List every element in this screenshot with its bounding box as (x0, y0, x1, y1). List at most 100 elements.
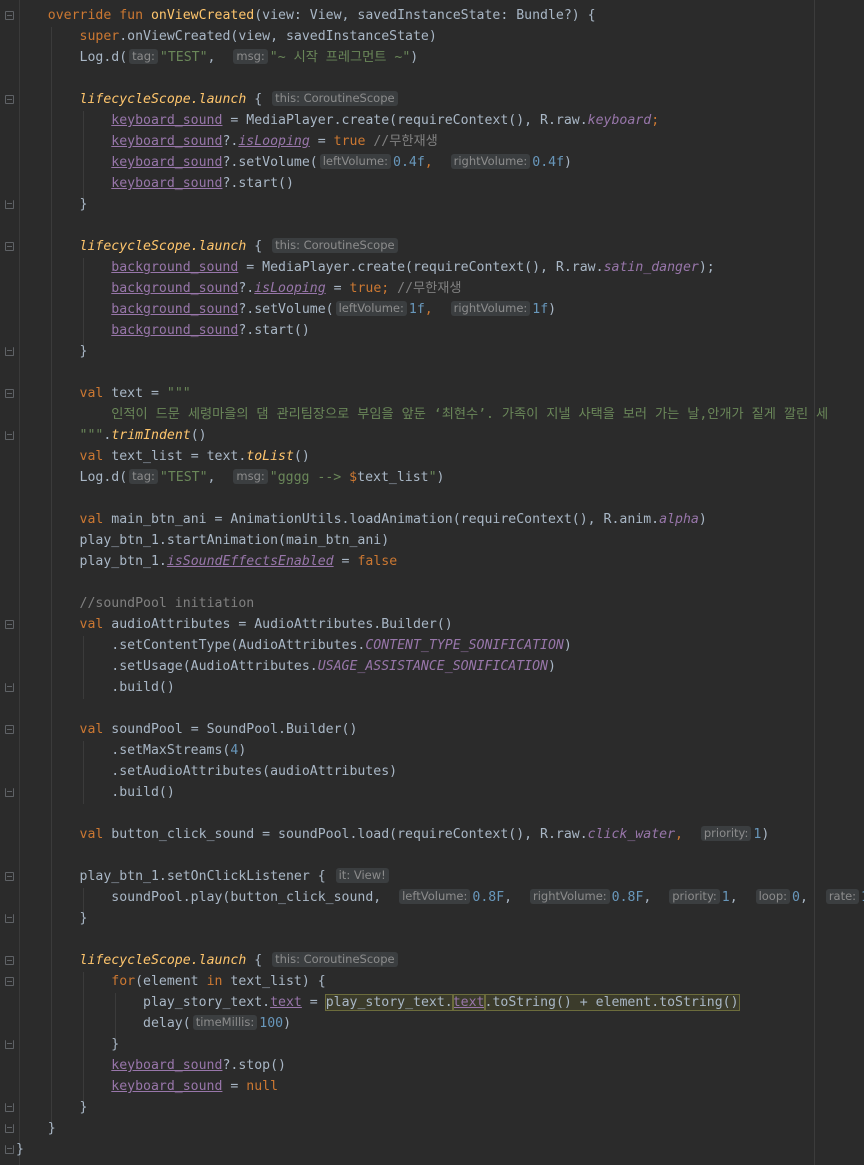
code-token: ) (548, 302, 557, 317)
code-token: text (270, 995, 302, 1010)
code-line[interactable]: val button_click_sound = soundPool.load(… (16, 824, 769, 845)
fold-marker-icon[interactable] (5, 242, 14, 251)
code-line[interactable]: .build() (16, 677, 175, 698)
code-token: val (79, 449, 112, 464)
code-line[interactable]: .setContentType(AudioAttributes.CONTENT_… (16, 635, 572, 656)
fold-marker-icon[interactable] (5, 914, 14, 923)
code-line[interactable]: val soundPool = SoundPool.Builder() (16, 719, 358, 740)
code-line[interactable]: .build() (16, 782, 175, 803)
code-line[interactable]: } (16, 1139, 24, 1160)
fold-marker-icon[interactable] (5, 1103, 14, 1112)
code-token: 100 (259, 1016, 284, 1031)
code-line[interactable]: //soundPool initiation (16, 593, 255, 614)
code-line[interactable]: 인적이 드문 세령마을의 댐 관리팀장으로 부임을 앞둔 ‘최현수’. 가족이 … (16, 404, 828, 425)
code-line[interactable]: background_sound?.start() (16, 320, 310, 341)
code-line[interactable]: background_sound = MediaPlayer.create(re… (16, 257, 714, 278)
fold-marker-icon[interactable] (5, 956, 14, 965)
code-line[interactable]: super.onViewCreated(view, savedInstanceS… (16, 26, 437, 47)
code-line[interactable]: lifecycleScope.launch { this: CoroutineS… (16, 236, 400, 257)
code-line[interactable]: val main_btn_ani = AnimationUtils.loadAn… (16, 509, 707, 530)
code-line[interactable]: Log.d(tag: "TEST", msg: "gggg --> $text_li… (16, 467, 445, 488)
code-line[interactable]: keyboard_sound?.isLooping = true //무한재생 (16, 131, 437, 152)
code-token: 1 (721, 890, 730, 905)
fold-marker-icon[interactable] (5, 1145, 14, 1154)
fold-marker-icon[interactable] (5, 200, 14, 209)
fold-marker-icon[interactable] (5, 11, 14, 20)
code-token: soundPool = SoundPool.Builder() (111, 722, 358, 737)
code-token: 0.4f (532, 155, 565, 170)
code-token: isLooping (254, 281, 326, 296)
code-line[interactable]: play_story_text.text = play_story_text.t… (16, 992, 740, 1013)
fold-marker-icon[interactable] (5, 872, 14, 881)
fold-marker-icon[interactable] (5, 620, 14, 629)
code-line[interactable]: background_sound?.setVolume(leftVolume: 1… (16, 299, 556, 320)
code-token: () (190, 428, 207, 443)
code-line[interactable]: for(element in text_list) { (16, 971, 325, 992)
code-line[interactable]: .setUsage(AudioAttributes.USAGE_ASSISTAN… (16, 656, 556, 677)
code-line[interactable]: } (16, 194, 88, 215)
code-token: main_btn_ani = AnimationUtils.loadAnimat… (111, 512, 660, 527)
code-token: --> (309, 470, 350, 485)
code-line[interactable]: lifecycleScope.launch { this: CoroutineS… (16, 950, 400, 971)
code-token: } (47, 1121, 56, 1136)
code-line[interactable]: play_btn_1.isSoundEffectsEnabled = false (16, 551, 398, 572)
code-line[interactable]: background_sound?.isLooping = true; //무한… (16, 278, 462, 299)
fold-marker-icon[interactable] (5, 1040, 14, 1049)
code-line[interactable]: .setMaxStreams(4) (16, 740, 246, 761)
fold-marker-icon[interactable] (5, 977, 14, 986)
code-token: () (293, 449, 310, 464)
code-token: alpha (659, 512, 699, 527)
code-line[interactable]: keyboard_sound?.start() (16, 173, 294, 194)
code-line[interactable]: } (16, 908, 88, 929)
code-token: val (79, 827, 112, 842)
code-line[interactable]: Log.d(tag: "TEST", msg: "~ 시작 프레그먼트 ~") (16, 47, 418, 68)
code-token: , (207, 470, 232, 485)
fold-marker-icon[interactable] (5, 389, 14, 398)
code-token: ?.start() (222, 176, 294, 191)
code-token: override fun (47, 8, 151, 23)
code-line[interactable]: delay(timeMillis: 100) (16, 1013, 291, 1034)
fold-marker-icon[interactable] (5, 683, 14, 692)
code-line[interactable]: play_btn_1.setOnClickListener { it: View… (16, 866, 391, 887)
code-line[interactable]: .setAudioAttributes(audioAttributes) (16, 761, 397, 782)
code-token: //무한재생 (389, 281, 462, 296)
code-line[interactable]: play_btn_1.startAnimation(main_btn_ani) (16, 530, 390, 551)
code-line[interactable]: override fun onViewCreated(view: View, s… (16, 5, 596, 26)
code-line[interactable]: } (16, 1118, 56, 1139)
code-token: = (325, 281, 350, 296)
code-token: background_sound (111, 281, 239, 296)
code-token: .setContentType(AudioAttributes. (111, 638, 366, 653)
fold-marker-icon[interactable] (5, 1124, 14, 1133)
code-token: background_sound (111, 323, 239, 338)
code-token: .build() (111, 785, 175, 800)
code-line[interactable]: } (16, 1097, 88, 1118)
code-token: true (333, 134, 366, 149)
code-token: 1f (408, 302, 425, 317)
code-line[interactable]: val text = """ (16, 383, 191, 404)
code-token: background_sound (111, 260, 239, 275)
code-token: .setUsage(AudioAttributes. (111, 659, 318, 674)
code-token: = (301, 995, 326, 1010)
code-line[interactable]: keyboard_sound?.setVolume(leftVolume: 0.4… (16, 152, 572, 173)
code-token: 0.8F (472, 890, 505, 905)
fold-marker-icon[interactable] (5, 431, 14, 440)
fold-marker-icon[interactable] (5, 725, 14, 734)
code-line[interactable]: } (16, 341, 88, 362)
code-line[interactable]: keyboard_sound = null (16, 1076, 278, 1097)
code-token: play_btn_1.setOnClickListener { (79, 869, 334, 884)
fold-marker-icon[interactable] (5, 788, 14, 797)
code-token: "TEST" (159, 470, 208, 485)
code-line[interactable]: keyboard_sound = MediaPlayer.create(requ… (16, 110, 659, 131)
code-line[interactable]: """.trimIndent() (16, 425, 207, 446)
code-line[interactable]: soundPool.play(button_click_sound, leftV… (16, 887, 864, 908)
code-line[interactable]: keyboard_sound?.stop() (16, 1055, 286, 1076)
code-line[interactable]: val text_list = text.toList() (16, 446, 310, 467)
code-token: = (333, 554, 358, 569)
fold-marker-icon[interactable] (5, 347, 14, 356)
code-line[interactable]: val audioAttributes = AudioAttributes.Bu… (16, 614, 453, 635)
code-line[interactable]: } (16, 1034, 119, 1055)
fold-marker-icon[interactable] (5, 95, 14, 104)
code-line[interactable]: lifecycleScope.launch { this: CoroutineS… (16, 89, 400, 110)
code-token: .setMaxStreams( (111, 743, 231, 758)
code-token: Log.d( (79, 50, 128, 65)
